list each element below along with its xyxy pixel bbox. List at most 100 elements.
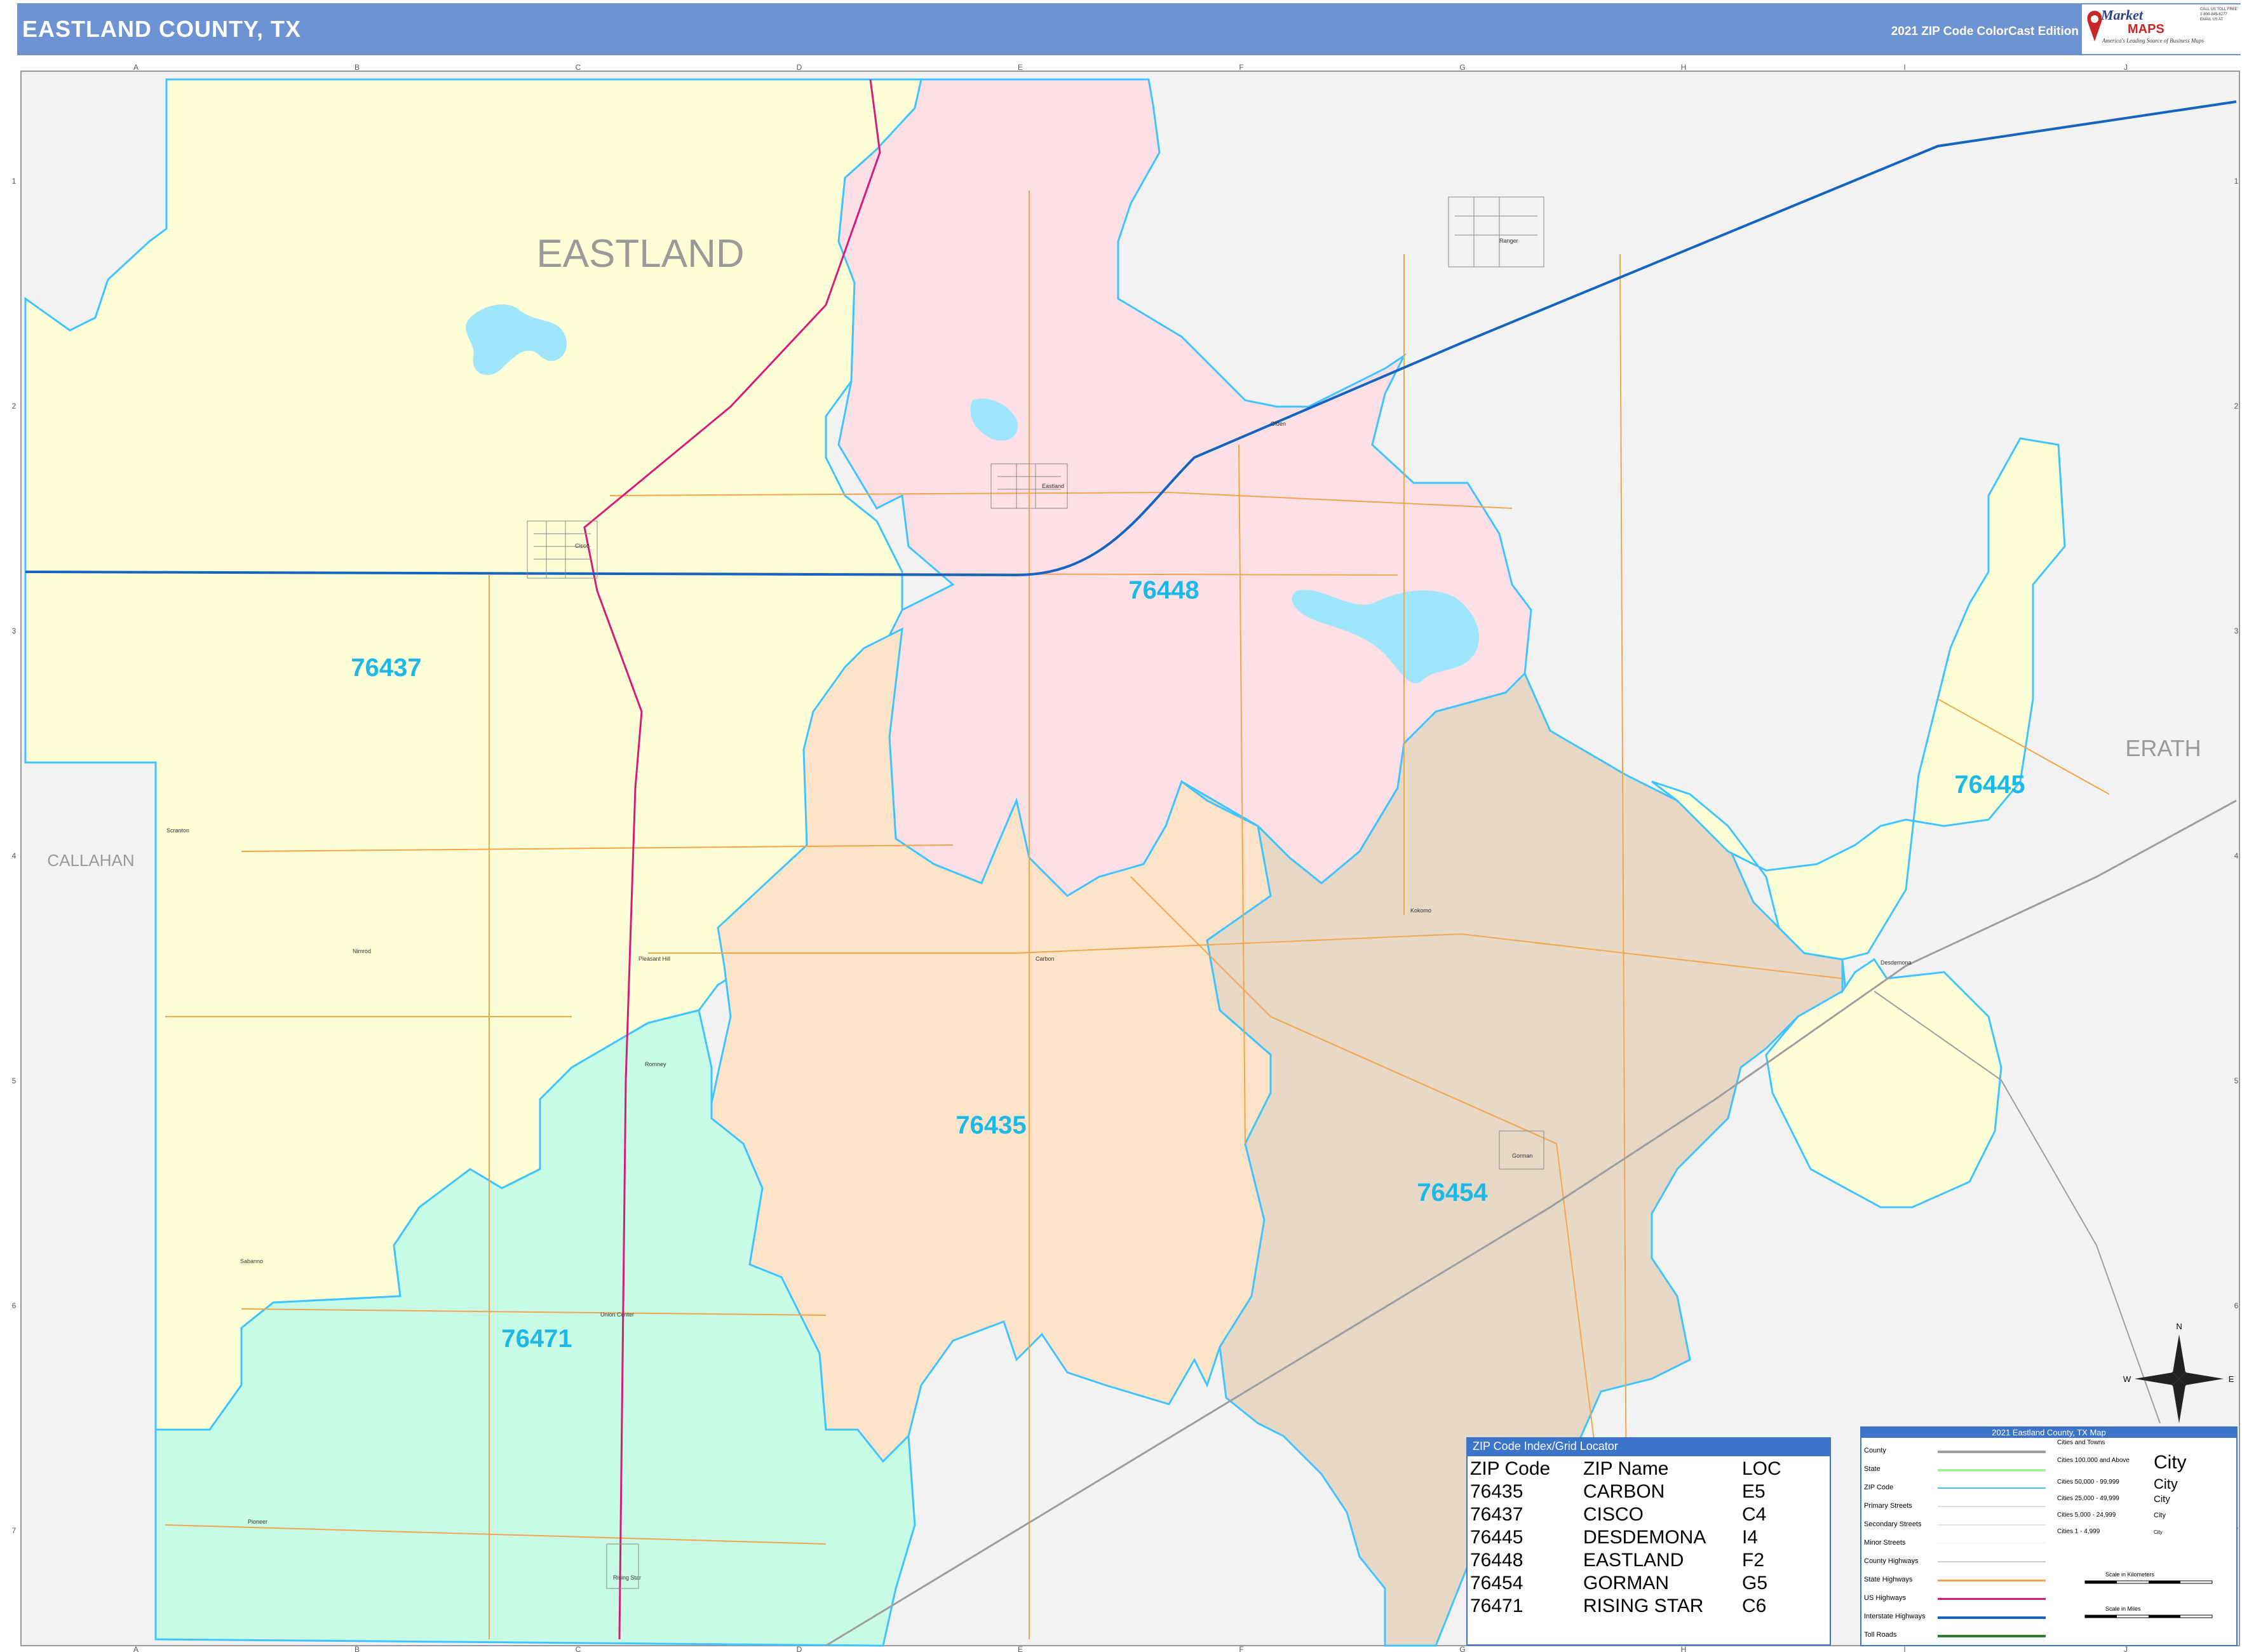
- legend-swatch-state-highways: [1938, 1580, 2046, 1581]
- table-row: 76445 DESDEMONA I4: [1470, 1526, 1781, 1549]
- grid-row-label: 2: [2234, 402, 2239, 410]
- zip-code-cell: 76445: [1470, 1527, 1523, 1548]
- zip-name-cell: EASTLAND: [1583, 1550, 1684, 1571]
- grid-column-label: B: [355, 63, 360, 72]
- zip-label-76435: 76435: [956, 1111, 1026, 1139]
- zip-label-76454: 76454: [1417, 1179, 1488, 1207]
- zip-index-header-row: ZIP Code ZIP Name LOC: [1470, 1458, 1781, 1480]
- zip-code-cell: 76435: [1470, 1481, 1523, 1502]
- grid-row-label: 4: [12, 851, 17, 860]
- legend-city-sample-4: City: [2154, 1512, 2166, 1519]
- legend-city-tier-5: Cities 1 - 4,999: [2057, 1528, 2100, 1535]
- legend-swatch-primary-streets: [1938, 1506, 2046, 1507]
- place-olden: Olden: [1271, 421, 1286, 427]
- zip-label-76445: 76445: [1954, 771, 2025, 799]
- legend-swatch-county-highways: [1938, 1561, 2046, 1562]
- compass-west: W: [2123, 1374, 2131, 1384]
- legend-city-sample-2: City: [2154, 1476, 2178, 1492]
- grid-row-label: 6: [2234, 1301, 2239, 1310]
- legend-swatch-toll-roads: [1938, 1635, 2046, 1637]
- grid-loc-cell: G5: [1742, 1573, 1768, 1594]
- table-row: 76454 GORMAN G5: [1470, 1572, 1781, 1595]
- compass-east: E: [2229, 1374, 2234, 1384]
- legend-city-tier-4: Cities 5,000 - 24,999: [2057, 1512, 2116, 1519]
- map-legend: 2021 Eastland County, TX Map County Stat…: [1860, 1426, 2238, 1646]
- legend-city-tier-2: Cities 50,000 - 99,999: [2057, 1479, 2119, 1486]
- grid-column-label: C: [576, 63, 581, 72]
- place-scranton: Scranton: [166, 827, 189, 834]
- grid-column-labels-top: A B C D E F G H I J: [133, 63, 2128, 72]
- grid-column-label: F: [1239, 1645, 1243, 1652]
- scale-mi-bar: [2084, 1615, 2213, 1618]
- grid-column-label: J: [2124, 63, 2128, 72]
- place-desdemona: Desdemona: [1881, 959, 1912, 966]
- table-row: 76471 RISING STAR C6: [1470, 1595, 1781, 1618]
- grid-row-labels-left: 1 2 3 4 5 6 7: [12, 177, 17, 1535]
- place-pleasant-hill: Pleasant Hill: [638, 956, 670, 962]
- zip-name-cell: RISING STAR: [1583, 1595, 1704, 1616]
- grid-row-label: 4: [2234, 851, 2239, 860]
- zip-index-header-zip: ZIP Code: [1470, 1458, 1551, 1479]
- grid-row-label: 3: [2234, 626, 2239, 635]
- zip-label-76448: 76448: [1128, 576, 1199, 604]
- place-carbon: Carbon: [1036, 956, 1055, 962]
- grid-column-label: B: [355, 1645, 360, 1652]
- grid-column-label: H: [1681, 63, 1687, 72]
- legend-item-zip: ZIP Code: [1864, 1484, 1894, 1491]
- legend-item-us-highways: US Highways: [1864, 1594, 1907, 1602]
- grid-row-label: 6: [12, 1301, 17, 1310]
- place-cisco: Cisco: [575, 543, 590, 549]
- grid-row-label: 3: [12, 626, 17, 635]
- zip-name-cell: GORMAN: [1583, 1573, 1669, 1594]
- grid-row-label: 2: [12, 402, 17, 410]
- legend-item-state-highways: State Highways: [1864, 1576, 1913, 1583]
- grid-column-label: G: [1459, 1645, 1465, 1652]
- place-gorman: Gorman: [1512, 1153, 1533, 1159]
- zip-index-header-loc: LOC: [1742, 1458, 1781, 1479]
- legend-city-sample-3: City: [2154, 1494, 2170, 1505]
- legend-swatch-state: [1938, 1469, 2046, 1472]
- zip-code-cell: 76454: [1470, 1573, 1523, 1594]
- table-row: 76448 EASTLAND F2: [1470, 1549, 1781, 1572]
- zip-label-76471: 76471: [501, 1325, 572, 1353]
- grid-loc-cell: C6: [1742, 1595, 1767, 1616]
- zip-code-cell: 76448: [1470, 1550, 1523, 1571]
- place-sabanno: Sabanno: [240, 1258, 263, 1264]
- zip-code-cell: 76471: [1470, 1595, 1523, 1616]
- legend-swatch-zip: [1938, 1487, 2046, 1489]
- zip-name-cell: CARBON: [1583, 1481, 1665, 1502]
- zip-name-cell: DESDEMONA: [1583, 1527, 1706, 1548]
- zip-name-cell: CISCO: [1583, 1504, 1644, 1525]
- grid-column-label: E: [1018, 1645, 1023, 1652]
- grid-row-label: 1: [2234, 177, 2239, 186]
- legend-city-sample-5: City: [2154, 1529, 2163, 1535]
- grid-column-label: I: [1903, 63, 1905, 72]
- legend-swatch-us-highways: [1938, 1598, 2046, 1600]
- grid-row-label: 7: [12, 1526, 17, 1535]
- grid-column-label: E: [1018, 63, 1023, 72]
- grid-column-label: D: [797, 63, 802, 72]
- zip-index-header-name: ZIP Name: [1583, 1458, 1669, 1479]
- place-nimrod: Nimrod: [353, 948, 371, 954]
- legend-item-state: State: [1864, 1465, 1881, 1473]
- place-pioneer: Pioneer: [248, 1519, 267, 1525]
- grid-column-label: A: [133, 1645, 138, 1652]
- legend-swatch-secondary-streets: [1938, 1524, 2046, 1526]
- legend-item-secondary-streets: Secondary Streets: [1864, 1520, 1922, 1528]
- grid-column-label: D: [797, 1645, 802, 1652]
- legend-item-toll-roads: Toll Roads: [1864, 1631, 1897, 1639]
- grid-loc-cell: F2: [1742, 1550, 1765, 1571]
- grid-loc-cell: I4: [1742, 1527, 1759, 1548]
- zip-index-panel: ZIP Code Index/Grid Locator ZIP Code ZIP…: [1466, 1437, 1831, 1646]
- legend-item-minor-streets: Minor Streets: [1864, 1539, 1906, 1547]
- table-row: 76435 CARBON E5: [1470, 1480, 1781, 1503]
- legend-city-tier-3: Cities 25,000 - 49,999: [2057, 1495, 2119, 1502]
- legend-item-primary-streets: Primary Streets: [1864, 1502, 1912, 1510]
- legend-cities-header: Cities and Towns: [2057, 1439, 2105, 1446]
- grid-column-label: C: [576, 1645, 581, 1652]
- map-canvas[interactable]: A B C D E F G H I J A B C D E F G H I J 1 2 3 4 5 6 7 1 2 3 4 5 6 7: [0, 0, 2242, 1652]
- grid-column-label: G: [1459, 63, 1465, 72]
- legend-item-interstate-highways: Interstate Highways: [1864, 1613, 1926, 1620]
- legend-city-sample-1: City: [2154, 1452, 2187, 1473]
- zip-code-cell: 76437: [1470, 1504, 1523, 1525]
